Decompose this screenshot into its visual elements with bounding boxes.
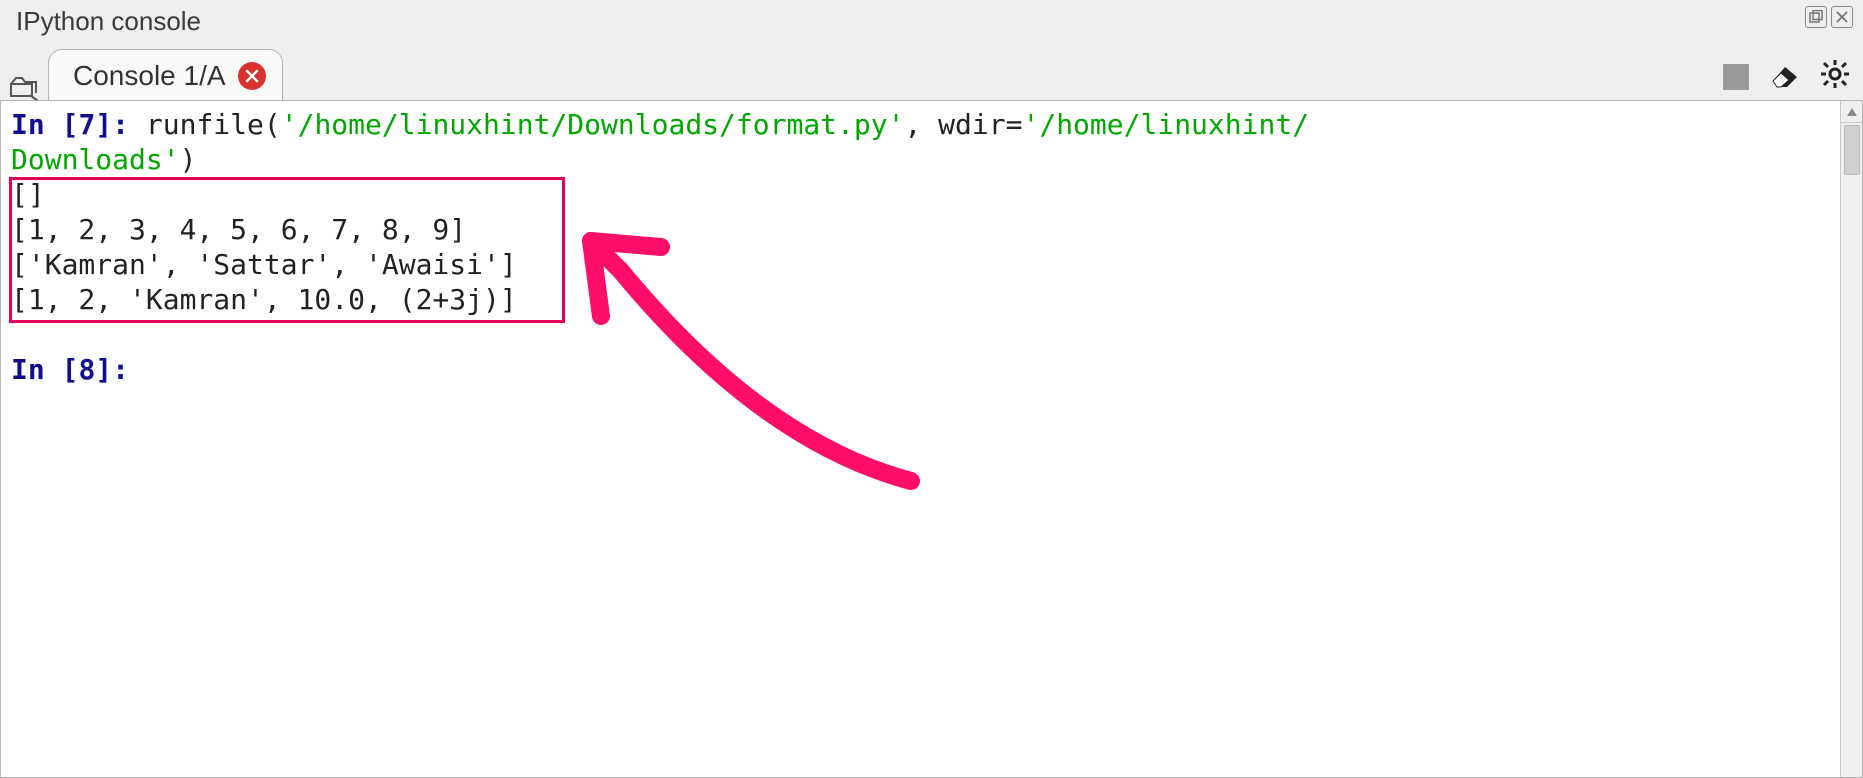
code-str1: '/home/linuxhint/Downloads/format.py' bbox=[281, 108, 905, 141]
settings-button[interactable] bbox=[1819, 58, 1851, 95]
code-str2a: '/home/linuxhint/ bbox=[1022, 108, 1309, 141]
tab-label: Console 1/A bbox=[73, 60, 226, 92]
console-text: In [7]: runfile('/home/linuxhint/Downloa… bbox=[1, 101, 1862, 393]
code-kw: , wdir= bbox=[904, 108, 1022, 141]
prompt-suffix-8: ]: bbox=[95, 353, 129, 386]
close-icon bbox=[245, 69, 259, 83]
gear-icon bbox=[1819, 58, 1851, 90]
code-rparen: ) bbox=[180, 143, 197, 176]
panel-title: IPython console bbox=[0, 0, 1863, 45]
tab-console-1a[interactable]: Console 1/A bbox=[48, 49, 283, 101]
prompt-in-8: In [ bbox=[11, 353, 78, 386]
stop-button[interactable] bbox=[1723, 64, 1749, 90]
console-output-area[interactable]: In [7]: runfile('/home/linuxhint/Downloa… bbox=[0, 101, 1863, 778]
prompt-in: In [ bbox=[11, 108, 78, 141]
console-toolbar bbox=[1723, 58, 1851, 95]
code-str2b: Downloads' bbox=[11, 143, 180, 176]
chevron-up-icon bbox=[1847, 108, 1857, 116]
tab-bar: Console 1/A bbox=[0, 45, 1863, 101]
prompt-num-8: 8 bbox=[78, 353, 95, 386]
prompt-suffix: ]: bbox=[95, 108, 146, 141]
prompt-num: 7 bbox=[78, 108, 95, 141]
vertical-scrollbar[interactable] bbox=[1840, 101, 1862, 777]
eraser-icon bbox=[1767, 59, 1801, 89]
clear-console-button[interactable] bbox=[1767, 59, 1801, 94]
output-line-3: ['Kamran', 'Sattar', 'Awaisi'] bbox=[11, 248, 517, 281]
code-call: runfile( bbox=[146, 108, 281, 141]
window-controls bbox=[1805, 6, 1853, 28]
output-line-4: [1, 2, 'Kamran', 10.0, (2+3j)] bbox=[11, 283, 517, 316]
scrollbar-thumb[interactable] bbox=[1844, 125, 1860, 175]
pop-out-icon[interactable] bbox=[1805, 6, 1827, 28]
browse-tabs-icon[interactable] bbox=[8, 73, 40, 101]
close-panel-icon[interactable] bbox=[1831, 6, 1853, 28]
close-tab-button[interactable] bbox=[238, 62, 266, 90]
scroll-up-button[interactable] bbox=[1841, 101, 1863, 123]
output-line-2: [1, 2, 3, 4, 5, 6, 7, 8, 9] bbox=[11, 213, 466, 246]
output-line-1: [] bbox=[11, 178, 45, 211]
